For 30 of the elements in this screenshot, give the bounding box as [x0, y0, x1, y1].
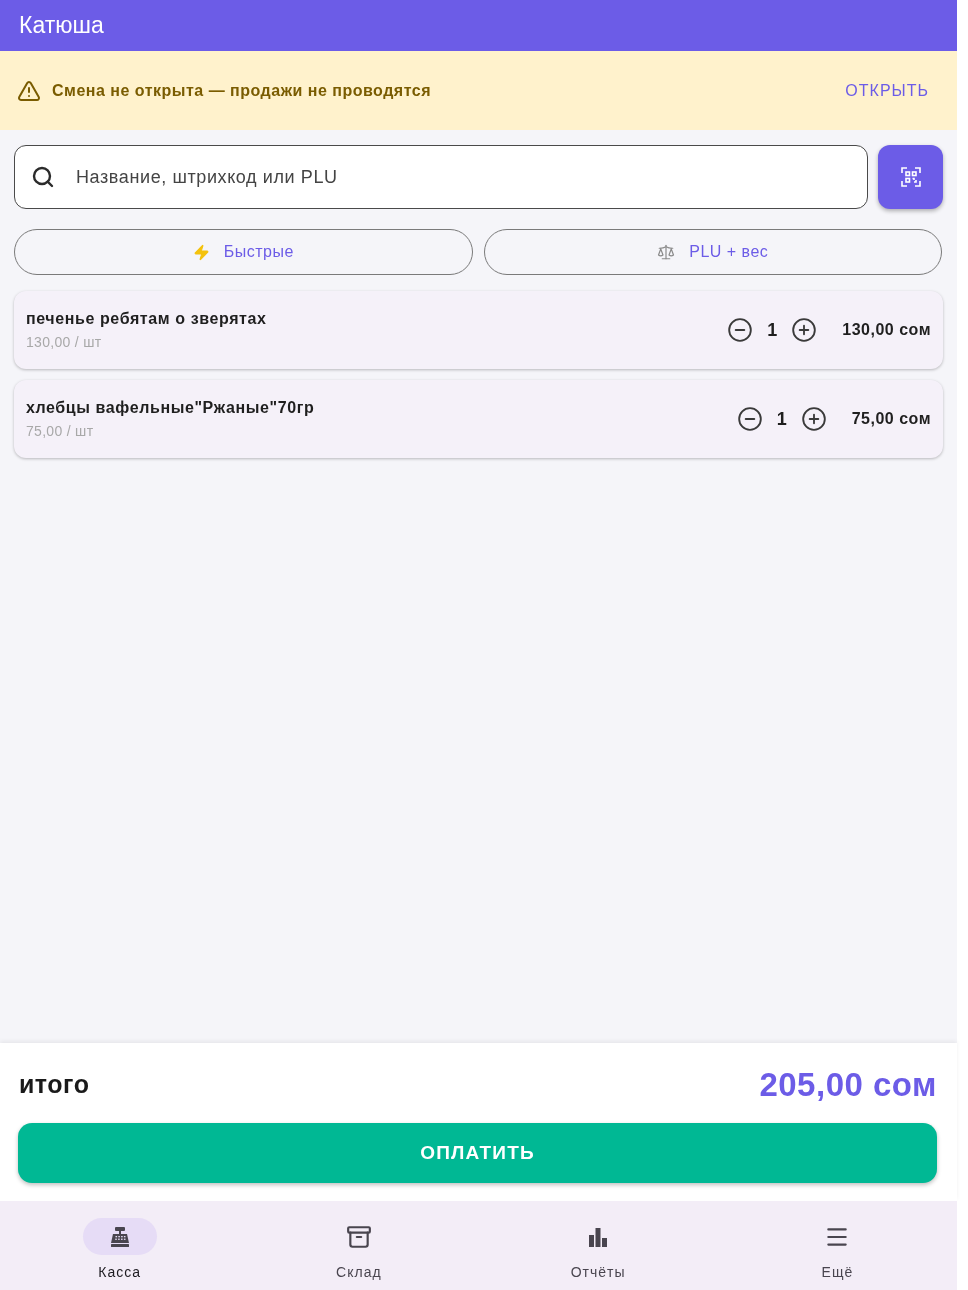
total-label: итого [19, 1069, 90, 1101]
quantity: 1 [767, 318, 778, 342]
warning-message: Смена не открыта — продажи не проводятся [52, 80, 432, 101]
nav-tab[interactable]: Ещё [717, 1201, 957, 1290]
nav-tab[interactable]: Отчёты [478, 1201, 718, 1290]
product-name: хлебцы вафельные"Ржаные"70гр [26, 398, 315, 418]
search-field[interactable]: Название, штрихкод или PLU [14, 145, 868, 209]
line-total: 130,00 сом [842, 320, 931, 340]
total-amount: 205,00 сом [759, 1065, 937, 1106]
plus-icon[interactable] [800, 406, 827, 432]
warning-icon [17, 78, 41, 103]
minus-icon[interactable] [727, 317, 754, 343]
nav-tab[interactable]: Склад [239, 1201, 479, 1290]
open-shift-button[interactable]: ОТКРЫТЬ [845, 70, 929, 111]
plus-icon[interactable] [791, 317, 818, 343]
quantity: 1 [776, 407, 787, 431]
scan-button[interactable] [878, 145, 943, 209]
product-name: печенье ребятам о зверятах [26, 309, 267, 329]
lightning-icon [192, 243, 210, 261]
unit-price: 130,00 / шт [26, 333, 103, 351]
scan-icon [900, 167, 921, 187]
search-icon [31, 165, 55, 189]
line-total: 75,00 сом [851, 409, 931, 429]
bar-chart-icon [588, 1226, 609, 1247]
nav-tab[interactable]: Касса [0, 1201, 240, 1290]
scale-icon [657, 243, 676, 261]
app-title: Катюша [19, 14, 104, 37]
minus-icon[interactable] [736, 406, 763, 432]
unit-price: 75,00 / шт [26, 422, 95, 440]
archive-box-icon [345, 1223, 372, 1250]
